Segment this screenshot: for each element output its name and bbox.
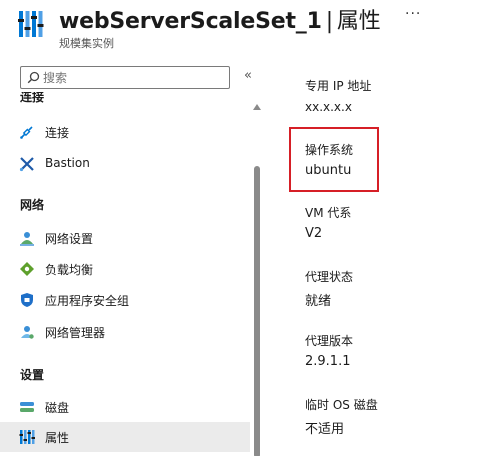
nav-item-label: Bastion: [45, 156, 90, 170]
nav-item-label: 网络管理器: [45, 326, 106, 340]
section-heading-network: 网络: [20, 198, 45, 212]
section-heading-connect: 连接: [20, 92, 45, 104]
disk-icon: [20, 402, 34, 412]
section-heading-settings: 设置: [20, 368, 45, 382]
nav-item-label: 磁盘: [45, 401, 70, 415]
nav-item-network-settings[interactable]: 网络设置: [0, 223, 250, 253]
network-settings-icon: [20, 232, 34, 246]
property-label: 代理状态: [305, 270, 354, 284]
properties-bars-icon: [18, 11, 44, 37]
nav-scrollbar[interactable]: [252, 100, 262, 456]
app-security-group-icon: [21, 293, 33, 307]
network-manager-icon: [21, 326, 34, 339]
nav-item-label: 属性: [45, 431, 70, 445]
resource-type: 规模集实例: [59, 37, 114, 50]
connect-icon: [20, 126, 33, 139]
resource-name: webServerScaleSet_1: [59, 9, 322, 34]
nav-item-disks[interactable]: 磁盘: [0, 392, 250, 422]
nav-item-bastion[interactable]: Bastion: [0, 149, 250, 179]
property-value: 不适用: [305, 422, 345, 437]
page-title: webServerScaleSet_1 | 属性: [59, 3, 381, 35]
blade-name: 属性: [336, 9, 381, 34]
nav-item-network-manager[interactable]: 网络管理器: [0, 317, 250, 347]
nav-item-properties[interactable]: 属性: [0, 422, 250, 452]
search-icon: [27, 71, 40, 84]
property-value: 就绪: [305, 294, 332, 309]
nav-item-connect[interactable]: 连接: [0, 117, 250, 147]
highlight-box: [289, 127, 379, 192]
nav-item-app-security-group[interactable]: 应用程序安全组: [0, 285, 250, 315]
property-value: xx.x.x.x: [305, 100, 352, 114]
property-value: V2: [305, 226, 323, 241]
property-label: 代理版本: [305, 334, 354, 348]
page-header: webServerScaleSet_1 | 属性 ··· 规模集实例: [0, 0, 491, 60]
side-nav: 连接 连接 Bastion 网络 网络设置 负载均衡 应用程序安全组 网络管理器…: [0, 92, 250, 456]
scroll-up-arrow-icon[interactable]: [253, 104, 261, 110]
property-label: 临时 OS 磁盘: [305, 398, 378, 412]
title-separator: |: [325, 9, 333, 34]
search-box[interactable]: [20, 66, 230, 89]
property-value: 2.9.1.1: [305, 354, 351, 369]
more-options-button[interactable]: ···: [405, 6, 421, 22]
nav-item-label: 应用程序安全组: [45, 294, 130, 308]
load-balancer-icon: [20, 262, 34, 276]
nav-item-label: 连接: [45, 126, 70, 140]
nav-item-label: 网络设置: [45, 232, 94, 246]
properties-icon: [19, 430, 35, 444]
nav-item-load-balancer[interactable]: 负载均衡: [0, 254, 250, 284]
scroll-thumb[interactable]: [254, 166, 260, 456]
search-input[interactable]: [43, 68, 223, 87]
bastion-icon: [19, 157, 34, 172]
nav-item-label: 负载均衡: [45, 263, 94, 277]
collapse-menu-button[interactable]: «: [244, 68, 252, 83]
property-label: VM 代系: [305, 206, 352, 220]
property-label: 专用 IP 地址: [305, 79, 372, 93]
